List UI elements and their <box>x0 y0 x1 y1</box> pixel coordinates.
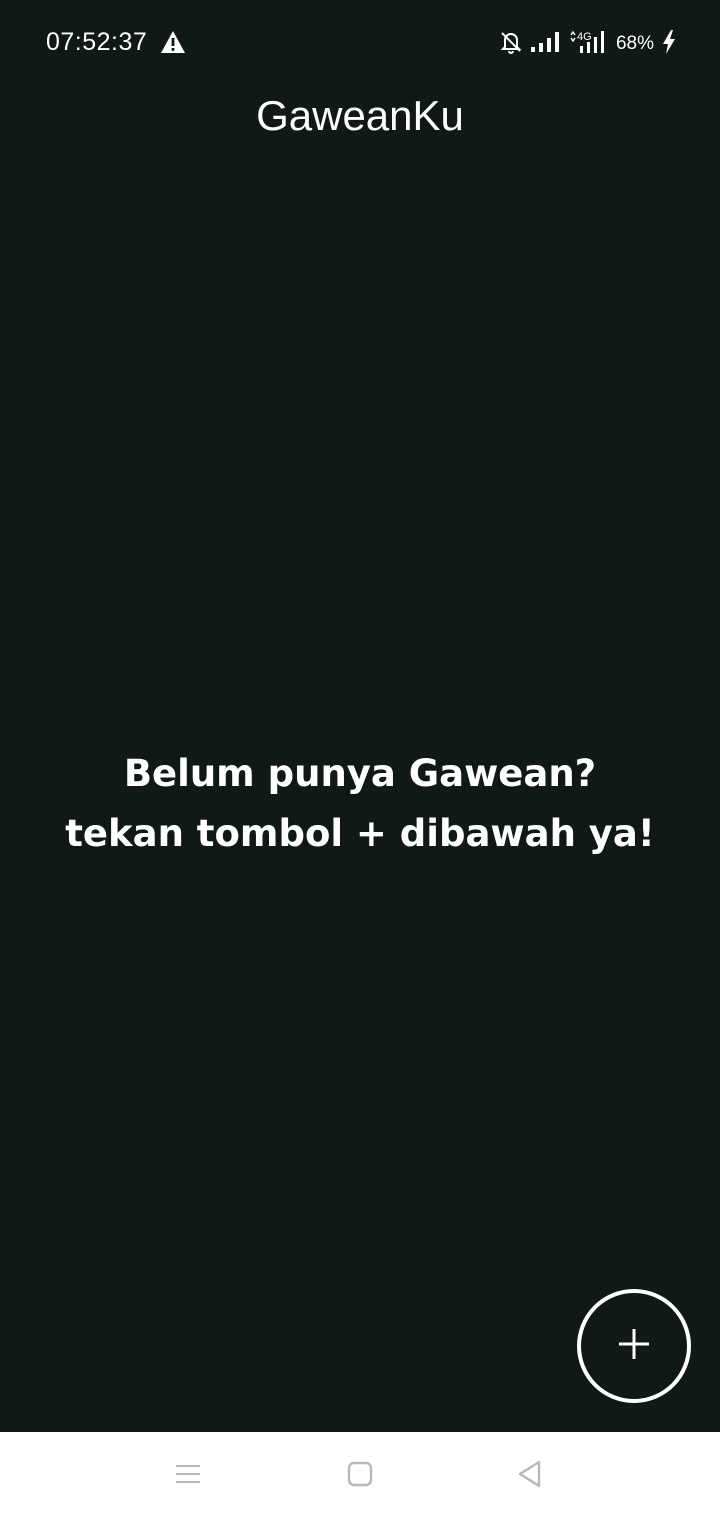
plus-icon <box>617 1327 651 1366</box>
app-title: GaweanKu <box>256 92 464 139</box>
menu-icon <box>174 1462 202 1491</box>
system-nav-bar <box>0 1432 720 1520</box>
status-bar: 07:52:37 4G 68% <box>0 0 720 88</box>
nav-recent-apps-button[interactable] <box>164 1452 212 1500</box>
warning-icon <box>160 30 186 54</box>
battery-percent: 68% <box>615 33 654 54</box>
empty-state-message: Belum punya Gawean? tekan tombol + dibaw… <box>65 752 655 855</box>
status-time: 07:52:37 <box>46 28 148 56</box>
status-icons: 4G 68% <box>500 29 676 60</box>
app-screen: 07:52:37 4G 68% GaweanKu Belum punya Gaw… <box>0 0 720 1520</box>
network-label: 4G <box>577 31 592 43</box>
nav-back-button[interactable] <box>506 1452 554 1500</box>
add-gawean-button[interactable] <box>577 1289 691 1403</box>
lightning-bolt-icon <box>662 29 676 59</box>
home-square-icon <box>346 1460 374 1493</box>
nav-home-button[interactable] <box>336 1452 384 1500</box>
bell-off-icon <box>500 30 522 59</box>
back-triangle-icon <box>516 1459 544 1494</box>
signal-bars-icon <box>530 31 560 58</box>
network-4g-icon: 4G <box>568 29 608 60</box>
